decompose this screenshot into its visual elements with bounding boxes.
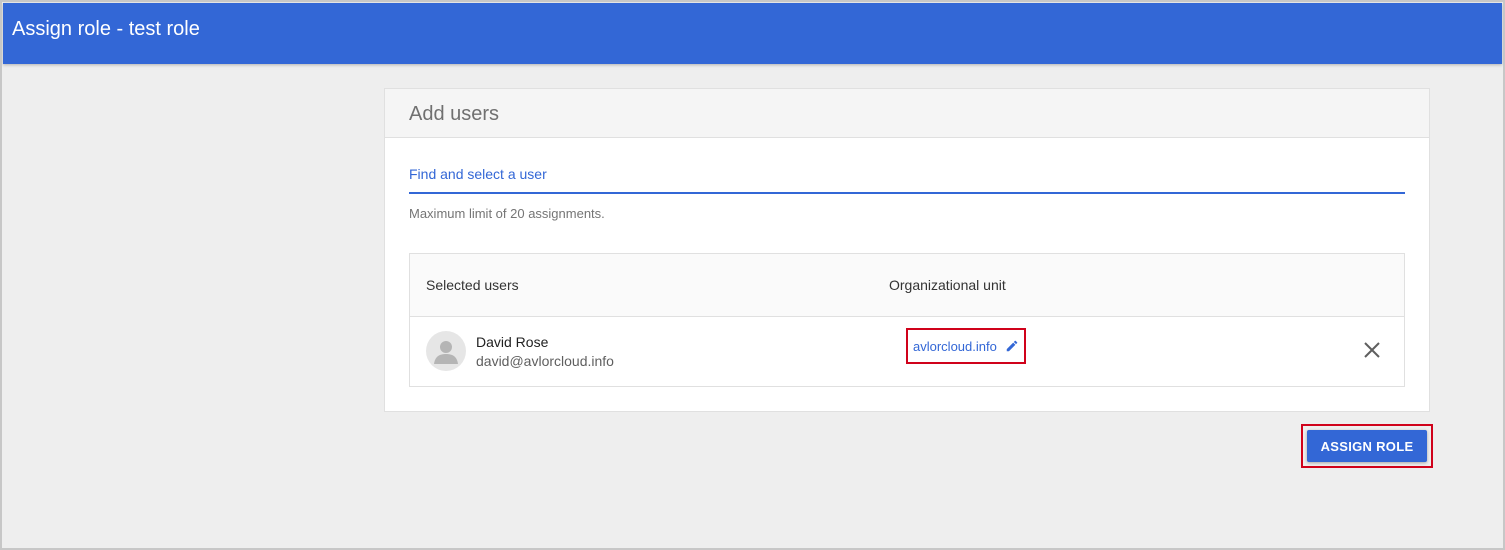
table-header: Selected users Organizational unit xyxy=(410,254,1404,317)
card-header: Add users xyxy=(385,89,1429,138)
close-icon[interactable] xyxy=(1363,341,1381,359)
user-email: david@avlorcloud.info xyxy=(476,353,614,369)
pencil-icon[interactable] xyxy=(1005,339,1019,353)
user-search-input[interactable] xyxy=(409,156,1405,194)
column-header-organizational-unit: Organizational unit xyxy=(889,277,1006,293)
user-avatar-icon xyxy=(426,331,466,371)
card-title: Add users xyxy=(409,103,500,125)
assignment-limit-text: Maximum limit of 20 assignments. xyxy=(409,206,605,221)
app-header: Assign role - test role xyxy=(3,3,1502,64)
table-row: David Rose david@avlorcloud.info avlorcl… xyxy=(410,317,1404,386)
add-users-card: Add users Maximum limit of 20 assignment… xyxy=(384,88,1430,412)
selected-users-table: Selected users Organizational unit David… xyxy=(409,253,1405,387)
assign-role-button[interactable]: ASSIGN ROLE xyxy=(1307,430,1427,462)
user-name: David Rose xyxy=(476,334,549,350)
page-title: Assign role - test role xyxy=(12,18,200,40)
assign-role-highlight: ASSIGN ROLE xyxy=(1301,424,1433,468)
app-frame: Assign role - test role Add users Maximu… xyxy=(0,0,1505,550)
column-header-selected-users: Selected users xyxy=(426,277,519,293)
org-unit-link[interactable]: avlorcloud.info xyxy=(913,339,997,354)
org-unit-highlight: avlorcloud.info xyxy=(906,328,1026,364)
